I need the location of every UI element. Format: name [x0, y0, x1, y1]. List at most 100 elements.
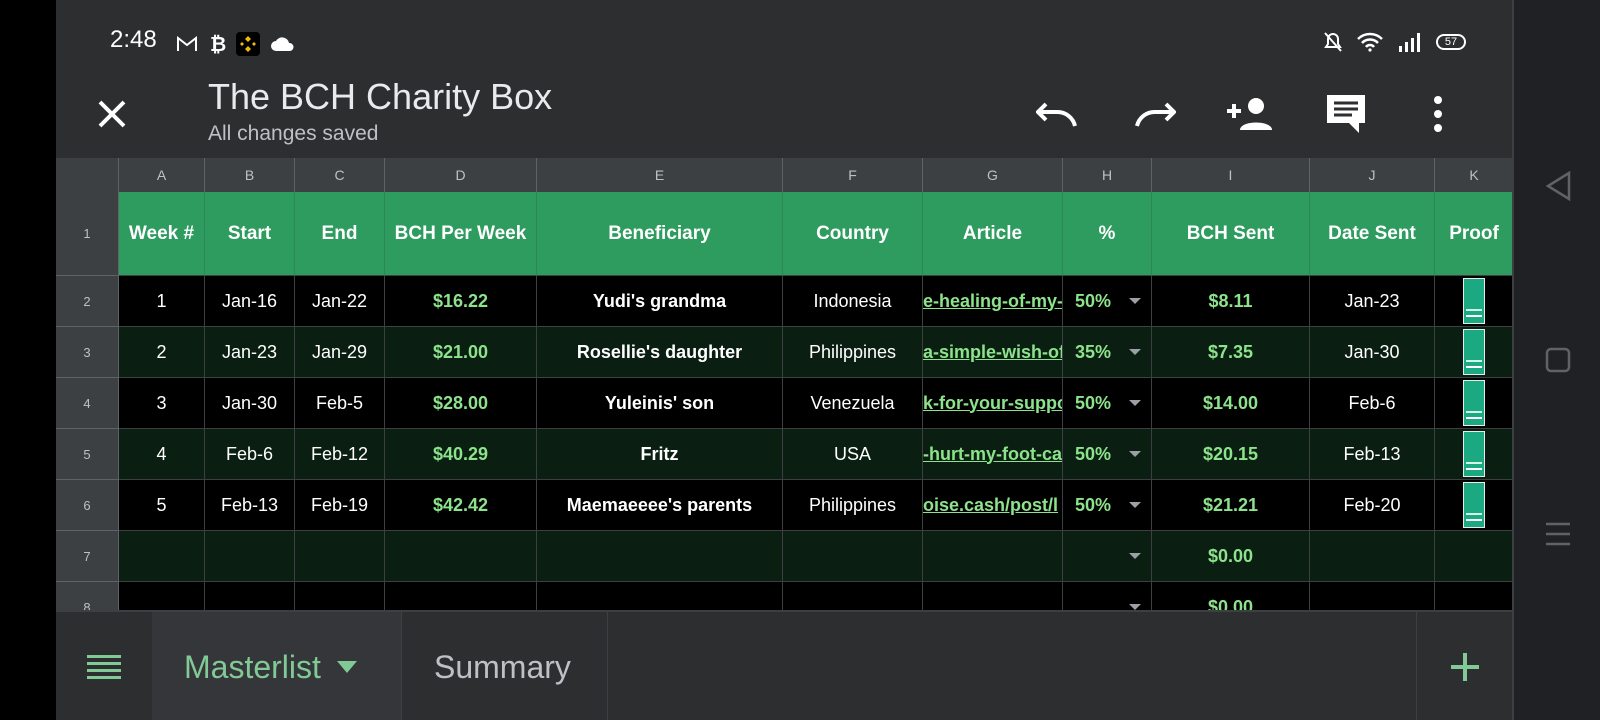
close-button[interactable]	[90, 92, 134, 136]
cell-end[interactable]: Jan-22	[295, 276, 385, 327]
cell-beneficiary[interactable]	[537, 531, 783, 582]
cell-proof[interactable]	[1435, 429, 1512, 480]
cell-proof[interactable]	[1435, 582, 1512, 610]
redo-button[interactable]	[1128, 88, 1180, 140]
document-title[interactable]: The BCH Charity Box	[208, 76, 552, 118]
row-header[interactable]: 8	[56, 582, 119, 610]
cell-bch-sent[interactable]: $20.15	[1152, 429, 1310, 480]
cell-bch-per-week[interactable]: $40.29	[385, 429, 537, 480]
dropdown-arrow-icon[interactable]	[1129, 298, 1141, 304]
cell-bch-per-week[interactable]	[385, 582, 537, 610]
dropdown-arrow-icon[interactable]	[1129, 502, 1141, 508]
cell-date-sent[interactable]: Feb-6	[1310, 378, 1435, 429]
spreadsheet-grid[interactable]: ABCDEFGHIJK 1 Week # Start End BCH Per Week B…	[56, 158, 1512, 610]
cell-beneficiary[interactable]: Yudi's grandma	[537, 276, 783, 327]
cell-bch-sent[interactable]: $0.00	[1152, 531, 1310, 582]
dropdown-arrow-icon[interactable]	[1129, 349, 1141, 355]
cell-country[interactable]: Venezuela	[783, 378, 923, 429]
cell-article[interactable]	[923, 582, 1063, 610]
cell-article[interactable]: k-for-your-suppo	[923, 378, 1063, 429]
cell-proof[interactable]	[1435, 378, 1512, 429]
header-cell-country[interactable]: Country	[783, 192, 923, 276]
column-header[interactable]: K	[1435, 158, 1512, 192]
cell-week[interactable]: 3	[119, 378, 205, 429]
add-sheet-button[interactable]	[1416, 612, 1512, 720]
cell-bch-sent[interactable]: $14.00	[1152, 378, 1310, 429]
chevron-down-icon[interactable]	[336, 661, 357, 673]
cell-pct[interactable]: 35%	[1063, 327, 1152, 378]
cell-pct[interactable]	[1063, 582, 1152, 610]
cell-week[interactable]: 1	[119, 276, 205, 327]
row-header[interactable]: 4	[56, 378, 119, 429]
back-button[interactable]	[1540, 168, 1576, 204]
column-header[interactable]: G	[923, 158, 1063, 192]
column-header[interactable]: E	[537, 158, 783, 192]
cell-bch-per-week[interactable]: $28.00	[385, 378, 537, 429]
header-cell-bch-sent[interactable]: BCH Sent	[1152, 192, 1310, 276]
cell-pct[interactable]: 50%	[1063, 480, 1152, 531]
cell-beneficiary[interactable]: Maemaeeee's parents	[537, 480, 783, 531]
header-cell-pct[interactable]: %	[1063, 192, 1152, 276]
cell-country[interactable]	[783, 582, 923, 610]
share-button[interactable]	[1224, 88, 1276, 140]
undo-button[interactable]	[1032, 88, 1084, 140]
cell-end[interactable]: Feb-5	[295, 378, 385, 429]
column-header[interactable]: F	[783, 158, 923, 192]
header-cell-date-sent[interactable]: Date Sent	[1310, 192, 1435, 276]
cell-start[interactable]	[205, 582, 295, 610]
cell-pct[interactable]: 50%	[1063, 276, 1152, 327]
header-cell-beneficiary[interactable]: Beneficiary	[537, 192, 783, 276]
row-header[interactable]: 3	[56, 327, 119, 378]
cell-pct[interactable]	[1063, 531, 1152, 582]
tab-summary[interactable]: Summary	[402, 612, 608, 720]
column-header[interactable]: A	[119, 158, 205, 192]
cell-start[interactable]	[205, 531, 295, 582]
cell-article[interactable]	[923, 531, 1063, 582]
cell-beneficiary[interactable]: Yuleinis' son	[537, 378, 783, 429]
cell-beneficiary[interactable]: Rosellie's daughter	[537, 327, 783, 378]
header-cell-proof[interactable]: Proof	[1435, 192, 1512, 276]
dropdown-arrow-icon[interactable]	[1129, 451, 1141, 457]
cell-end[interactable]: Jan-29	[295, 327, 385, 378]
cell-bch-per-week[interactable]	[385, 531, 537, 582]
recents-button[interactable]	[1540, 516, 1576, 552]
all-sheets-button[interactable]	[56, 612, 153, 720]
cell-bch-sent[interactable]: $0.00	[1152, 582, 1310, 610]
cell-end[interactable]: Feb-12	[295, 429, 385, 480]
column-header[interactable]: D	[385, 158, 537, 192]
cell-country[interactable]: USA	[783, 429, 923, 480]
dropdown-arrow-icon[interactable]	[1129, 400, 1141, 406]
comments-button[interactable]	[1320, 88, 1372, 140]
cell-bch-sent[interactable]: $8.11	[1152, 276, 1310, 327]
cell-week[interactable]: 5	[119, 480, 205, 531]
cell-bch-per-week[interactable]: $42.42	[385, 480, 537, 531]
cell-start[interactable]: Feb-13	[205, 480, 295, 531]
cell-proof[interactable]	[1435, 531, 1512, 582]
cell-beneficiary[interactable]: Fritz	[537, 429, 783, 480]
cell-date-sent[interactable]	[1310, 531, 1435, 582]
cell-end[interactable]	[295, 582, 385, 610]
proof-image-thumbnail[interactable]	[1463, 380, 1485, 426]
cell-week[interactable]	[119, 531, 205, 582]
cell-bch-per-week[interactable]: $21.00	[385, 327, 537, 378]
select-all-corner[interactable]	[56, 158, 119, 192]
column-header[interactable]: I	[1152, 158, 1310, 192]
cell-country[interactable]: Philippines	[783, 480, 923, 531]
cell-article[interactable]: -hurt-my-foot-ca	[923, 429, 1063, 480]
column-header[interactable]: H	[1063, 158, 1152, 192]
cell-country[interactable]: Philippines	[783, 327, 923, 378]
cell-country[interactable]	[783, 531, 923, 582]
proof-image-thumbnail[interactable]	[1463, 278, 1485, 324]
cell-pct[interactable]: 50%	[1063, 378, 1152, 429]
cell-beneficiary[interactable]	[537, 582, 783, 610]
cell-date-sent[interactable]: Jan-23	[1310, 276, 1435, 327]
cell-week[interactable]: 4	[119, 429, 205, 480]
cell-proof[interactable]	[1435, 276, 1512, 327]
header-cell-article[interactable]: Article	[923, 192, 1063, 276]
column-header[interactable]: B	[205, 158, 295, 192]
cell-date-sent[interactable]: Jan-30	[1310, 327, 1435, 378]
cell-date-sent[interactable]	[1310, 582, 1435, 610]
row-header[interactable]: 1	[56, 192, 119, 276]
cell-bch-per-week[interactable]: $16.22	[385, 276, 537, 327]
header-cell-bch-per-week[interactable]: BCH Per Week	[385, 192, 537, 276]
